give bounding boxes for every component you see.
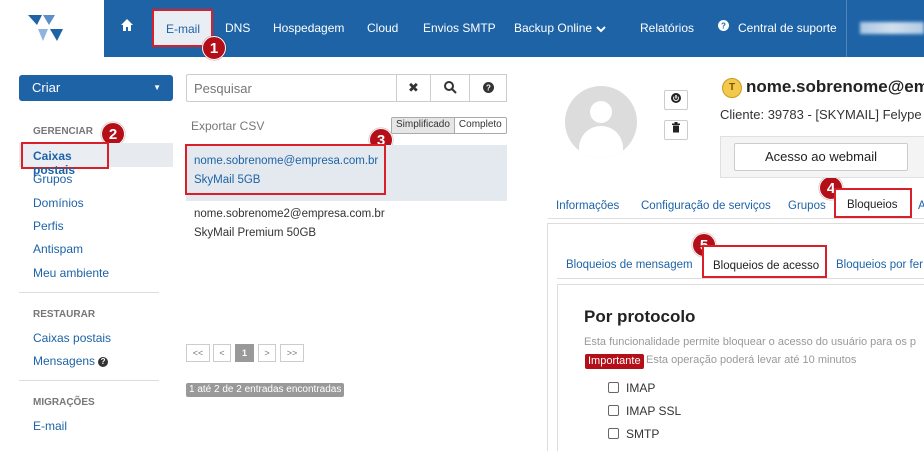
view-simple-button[interactable]: Simplificado [392, 118, 455, 133]
webmail-access-button[interactable]: Acesso ao webmail [734, 143, 908, 171]
account-plan: SkyMail 5GB [194, 174, 261, 186]
sidebar-divider [19, 380, 159, 381]
create-button-label: Criar [32, 80, 61, 95]
sidebar-item-meu-ambiente[interactable]: Meu ambiente [33, 266, 109, 280]
sidebar-item-restore-mensagens[interactable]: Mensagens? [33, 354, 109, 368]
search-icon [443, 81, 457, 94]
pager-last[interactable]: >> [280, 344, 304, 362]
trash-icon [672, 122, 680, 133]
account-plan: SkyMail Premium 50GB [194, 227, 317, 239]
subtab-baseline [557, 278, 924, 279]
entries-found-badge: 1 até 2 de 2 entradas encontradas [186, 383, 345, 397]
nav-relatorios[interactable]: Relatórios [640, 21, 694, 35]
sidebar-item-antispam[interactable]: Antispam [33, 242, 83, 256]
search-input[interactable] [186, 74, 397, 102]
account-type-coin: T [722, 78, 742, 98]
important-badge: Importante [585, 354, 644, 369]
tab-overflow[interactable]: A [918, 200, 924, 212]
delete-button[interactable] [664, 120, 688, 140]
clear-search-button[interactable]: ✖ [396, 74, 431, 102]
account-email[interactable]: nome.sobrenome2@empresa.com.br [194, 208, 385, 220]
help-icon[interactable]: ? [98, 357, 109, 367]
home-icon[interactable] [114, 18, 140, 40]
tab-baseline [548, 218, 924, 219]
logo[interactable] [0, 0, 104, 57]
power-icon [671, 93, 681, 103]
tab-bloqueios[interactable]: Bloqueios [834, 188, 912, 218]
sidebar-item-restore-caixas[interactable]: Caixas postais [33, 331, 111, 345]
export-csv-link[interactable]: Exportar CSV [191, 119, 264, 133]
nav-dns[interactable]: DNS [225, 21, 250, 35]
pager-next[interactable]: > [258, 344, 276, 362]
power-button[interactable] [664, 90, 688, 110]
top-navbar: E-mail DNS Hospedagem Cloud Envios SMTP … [0, 0, 924, 57]
nav-backup-online[interactable]: Backup Online [514, 21, 592, 35]
subtab-bloqueios-ferramenta[interactable]: Bloqueios por fer [836, 259, 923, 271]
sidebar-item-perfis[interactable]: Perfis [33, 219, 64, 233]
sidebar-heading-migrations: MIGRAÇÕES [33, 397, 95, 408]
sidebar-item-label: Mensagens [33, 354, 96, 368]
sidebar-item-grupos[interactable]: Grupos [33, 172, 72, 186]
section-title: Por protocolo [584, 307, 696, 326]
list-item-highlight [185, 144, 386, 195]
account-email[interactable]: nome.sobrenome@empresa.com.br [194, 155, 378, 167]
sidebar-divider [19, 292, 159, 293]
tab-informacoes[interactable]: Informações [556, 200, 619, 212]
nav-envios-smtp[interactable]: Envios SMTP [423, 21, 496, 35]
nav-cloud[interactable]: Cloud [367, 21, 398, 35]
nav-email-label: E-mail [166, 22, 201, 36]
sidebar-heading-restore: RESTAURAR [33, 309, 96, 320]
question-circle-icon: ? [718, 20, 729, 34]
view-full-button[interactable]: Completo [455, 118, 506, 133]
help-button[interactable]: ? [469, 74, 507, 102]
tab-configuracao-servicos[interactable]: Configuração de serviços [641, 200, 771, 212]
checkbox-label-smtp: SMTP [626, 427, 660, 441]
checkbox-imap[interactable] [608, 382, 619, 393]
checkbox-smtp[interactable] [608, 428, 619, 439]
tab-label: Bloqueios [847, 199, 898, 211]
pager-page-1[interactable]: 1 [235, 344, 254, 362]
step-badge-1: 1 [202, 36, 226, 60]
sidebar-item-dominios[interactable]: Domínios [33, 196, 84, 210]
search-button[interactable] [430, 74, 470, 102]
sidebar-heading-manage: GERENCIAR [33, 126, 94, 137]
client-info: Cliente: 39783 - [SKYMAIL] Felype A [720, 107, 924, 122]
subtab-bloqueios-mensagem[interactable]: Bloqueios de mensagem [566, 259, 693, 271]
sidebar-item-caixas-postais[interactable]: Caixas postais [21, 142, 109, 177]
svg-text:?: ? [486, 84, 491, 93]
caret-down-icon: ▼ [153, 83, 161, 92]
nav-divider [846, 0, 847, 57]
subtab-label: Bloqueios de acesso [713, 260, 820, 272]
section-description: Esta funcionalidade permite bloquear o a… [584, 336, 917, 348]
nav-hospedagem[interactable]: Hospedagem [273, 21, 344, 35]
checkbox-label-imap-ssl: IMAP SSL [626, 404, 682, 418]
view-toggle: Simplificado Completo [391, 117, 507, 134]
svg-text:?: ? [721, 22, 726, 31]
important-note: Esta operação poderá levar até 10 minuto… [646, 354, 857, 366]
question-circle-icon: ? [482, 82, 494, 93]
sidebar-item-migration-email[interactable]: E-mail [33, 419, 67, 433]
pager-first[interactable]: << [186, 344, 210, 362]
avatar [565, 86, 637, 158]
user-menu-blurred[interactable] [860, 22, 924, 34]
logo-icon [28, 15, 63, 41]
subtab-bloqueios-acesso[interactable]: Bloqueios de acesso [702, 245, 827, 278]
tab-grupos[interactable]: Grupos [788, 200, 826, 212]
nav-central-suporte[interactable]: Central de suporte [738, 21, 837, 35]
checkbox-imap-ssl[interactable] [608, 405, 619, 416]
chevron-down-icon[interactable] [596, 22, 606, 36]
pager-prev[interactable]: < [213, 344, 231, 362]
close-icon: ✖ [408, 80, 419, 95]
account-title: nome.sobrenome@emp [746, 77, 924, 96]
create-button[interactable]: Criar ▼ [19, 75, 173, 101]
checkbox-label-imap: IMAP [626, 381, 656, 395]
